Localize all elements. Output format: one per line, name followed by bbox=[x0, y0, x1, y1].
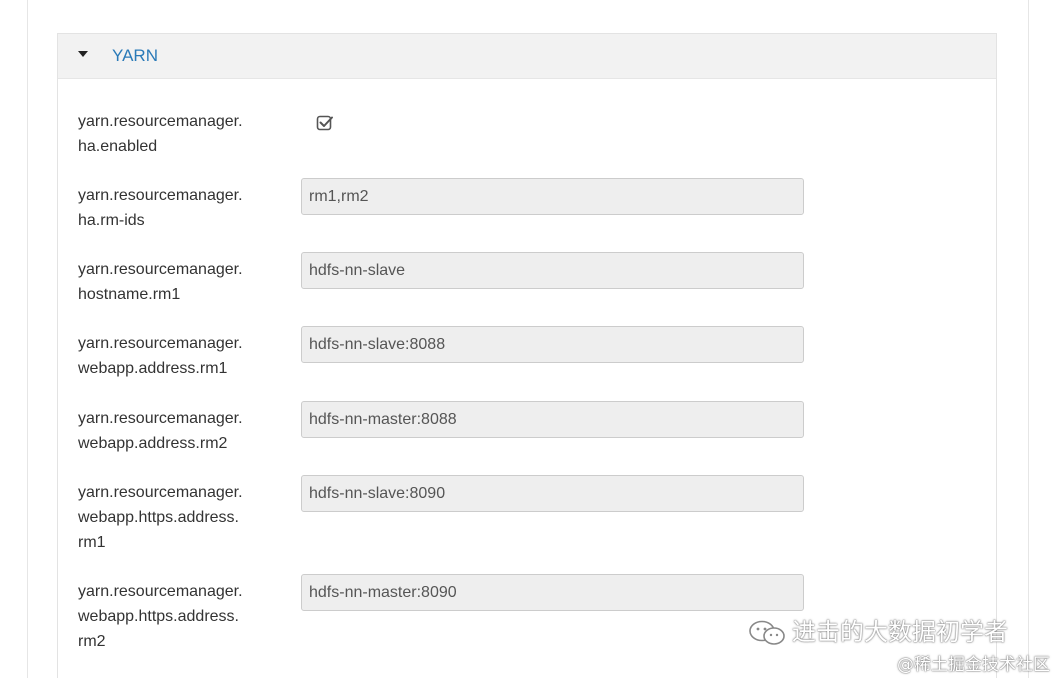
property-label-webapp-address-rm2: yarn.resourcemanager. webapp.address.rm2 bbox=[78, 410, 243, 452]
property-label-webapp-https-address-rm1: yarn.resourcemanager. webapp.https.addre… bbox=[78, 484, 243, 551]
webapp-https-address-rm1-input[interactable]: hdfs-nn-slave:8090 bbox=[301, 475, 804, 512]
left-border-line bbox=[27, 0, 28, 678]
hostname-rm1-input[interactable]: hdfs-nn-slave bbox=[301, 252, 804, 289]
caret-down-icon[interactable] bbox=[78, 51, 88, 57]
yarn-panel: YARN yarn.resourcemanager. ha.enabled ya… bbox=[57, 33, 997, 678]
webapp-address-rm1-input[interactable]: hdfs-nn-slave:8088 bbox=[301, 326, 804, 363]
watermark-site: @稀土掘金技术社区 bbox=[897, 655, 1050, 675]
webapp-https-address-rm2-input[interactable]: hdfs-nn-master:8090 bbox=[301, 574, 804, 611]
panel-title[interactable]: YARN bbox=[112, 46, 158, 66]
panel-header[interactable]: YARN bbox=[58, 34, 996, 79]
ha-rm-ids-input[interactable]: rm1,rm2 bbox=[301, 178, 804, 215]
property-label-ha-enabled: yarn.resourcemanager. ha.enabled bbox=[78, 113, 243, 155]
property-label-webapp-https-address-rm2: yarn.resourcemanager. webapp.https.addre… bbox=[78, 583, 243, 650]
checkbox-checked-icon bbox=[316, 115, 333, 131]
right-border-line bbox=[1028, 0, 1029, 678]
watermark-author: 进击的大数据初学者 bbox=[748, 612, 1008, 647]
property-label-webapp-address-rm1: yarn.resourcemanager. webapp.address.rm1 bbox=[78, 335, 243, 377]
ha-enabled-checkbox[interactable] bbox=[316, 114, 334, 132]
webapp-address-rm2-input[interactable]: hdfs-nn-master:8088 bbox=[301, 401, 804, 438]
wechat-icon bbox=[749, 620, 785, 645]
property-label-hostname-rm1: yarn.resourcemanager. hostname.rm1 bbox=[78, 261, 243, 303]
property-label-ha-rm-ids: yarn.resourcemanager. ha.rm-ids bbox=[78, 187, 243, 229]
